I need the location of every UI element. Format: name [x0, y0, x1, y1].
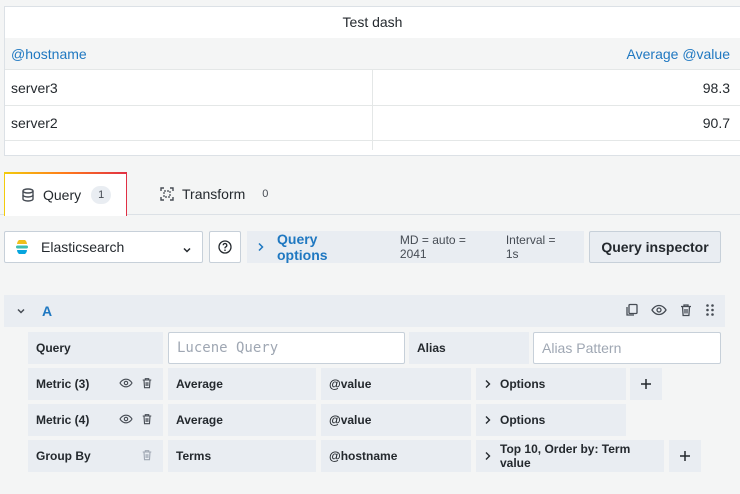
max-data-points: MD = auto = 2041	[399, 233, 466, 261]
database-icon	[21, 188, 35, 202]
metric-options-label: Options	[500, 413, 546, 427]
column-header-hostname[interactable]: @hostname	[11, 38, 87, 70]
metric-label: Metric (3)	[36, 377, 90, 391]
metric-field-select[interactable]: @value	[321, 404, 471, 436]
query-row-header: A	[4, 295, 725, 327]
metric-row-icons	[119, 413, 153, 425]
trash-icon[interactable]	[141, 449, 153, 461]
tab-transform-count: 0	[262, 187, 269, 200]
group-by-field-select[interactable]: @hostname	[321, 440, 471, 472]
query-inspector-button[interactable]: Query inspector	[589, 231, 721, 263]
column-header-average-value[interactable]: Average @value	[627, 38, 730, 70]
datasource-select[interactable]: Elasticsearch	[4, 231, 203, 263]
tab-transform[interactable]: Transform 0	[144, 172, 287, 215]
metric-field-select[interactable]: @value	[321, 368, 471, 400]
editor-tabbar: Query 1 Transform 0	[0, 172, 740, 216]
cell-value: 98.3	[702, 80, 730, 96]
transform-icon	[160, 186, 174, 201]
cell-value: 90.7	[702, 115, 730, 131]
cell-hostname: server2	[11, 115, 58, 131]
group-by-label: Group By	[36, 449, 91, 463]
group-by-row-label: Group By	[28, 440, 163, 472]
question-circle-icon	[218, 240, 232, 254]
metric-row-icons	[119, 377, 153, 389]
chevron-right-icon	[484, 415, 492, 425]
chevron-right-icon	[257, 242, 265, 252]
query-letter[interactable]: A	[42, 303, 52, 319]
plus-icon	[679, 450, 691, 462]
query-row-actions	[625, 303, 715, 317]
trash-icon[interactable]	[141, 413, 153, 425]
eye-icon[interactable]	[119, 413, 133, 425]
elasticsearch-icon	[15, 240, 29, 254]
metric-options-label: Options	[500, 377, 546, 391]
trash-icon[interactable]	[141, 377, 153, 389]
lucene-query-input[interactable]	[168, 332, 405, 364]
group-by-type-select[interactable]: Terms	[168, 440, 316, 472]
add-group-by-button[interactable]	[669, 440, 701, 472]
eye-icon[interactable]	[119, 377, 133, 389]
plus-icon	[640, 378, 652, 390]
tab-query-label: Query	[43, 187, 82, 203]
metric-label: Metric (4)	[36, 413, 90, 427]
chevron-right-icon	[484, 379, 492, 389]
metric-type-select[interactable]: Average	[168, 404, 316, 436]
tab-query[interactable]: Query 1	[4, 172, 127, 216]
query-options-label: Query options	[277, 231, 328, 263]
metric-row-label: Metric (4)	[28, 404, 163, 436]
metric-options-toggle[interactable]: Options	[476, 368, 626, 400]
cell-hostname: server3	[11, 80, 58, 96]
group-by-options-toggle[interactable]: Top 10, Order by: Term value	[476, 440, 664, 472]
metric-type-select[interactable]: Average	[168, 368, 316, 400]
add-metric-button[interactable]	[630, 368, 662, 400]
query-options-bar[interactable]: Query options MD = auto = 2041 Interval …	[247, 231, 584, 263]
interval-value: Interval = 1s	[505, 233, 556, 261]
metric-options-toggle[interactable]: Options	[476, 404, 626, 436]
group-by-options-label: Top 10, Order by: Term value	[500, 442, 631, 470]
copy-icon[interactable]	[625, 303, 639, 317]
metric-row-label: Metric (3)	[28, 368, 163, 400]
help-button[interactable]	[209, 231, 241, 263]
group-by-row-icons	[141, 449, 153, 461]
alias-pattern-input[interactable]	[533, 332, 721, 364]
chevron-right-icon	[484, 451, 492, 461]
datasource-name: Elasticsearch	[41, 239, 125, 255]
table-header: @hostname Average @value	[5, 38, 740, 70]
tab-transform-label: Transform	[182, 185, 246, 202]
query-label: Query	[28, 332, 163, 364]
trash-icon[interactable]	[679, 303, 693, 317]
chevron-down-icon[interactable]	[16, 306, 26, 316]
alias-label: Alias	[409, 332, 529, 364]
tab-query-count: 1	[91, 186, 112, 204]
drag-handle-icon[interactable]	[705, 303, 715, 317]
panel-title[interactable]: Test dash	[5, 7, 740, 37]
panel-preview: Test dash @hostname Average @value serve…	[4, 6, 740, 156]
chevron-down-icon	[182, 242, 192, 258]
column-divider	[372, 70, 373, 150]
eye-icon[interactable]	[651, 303, 667, 317]
